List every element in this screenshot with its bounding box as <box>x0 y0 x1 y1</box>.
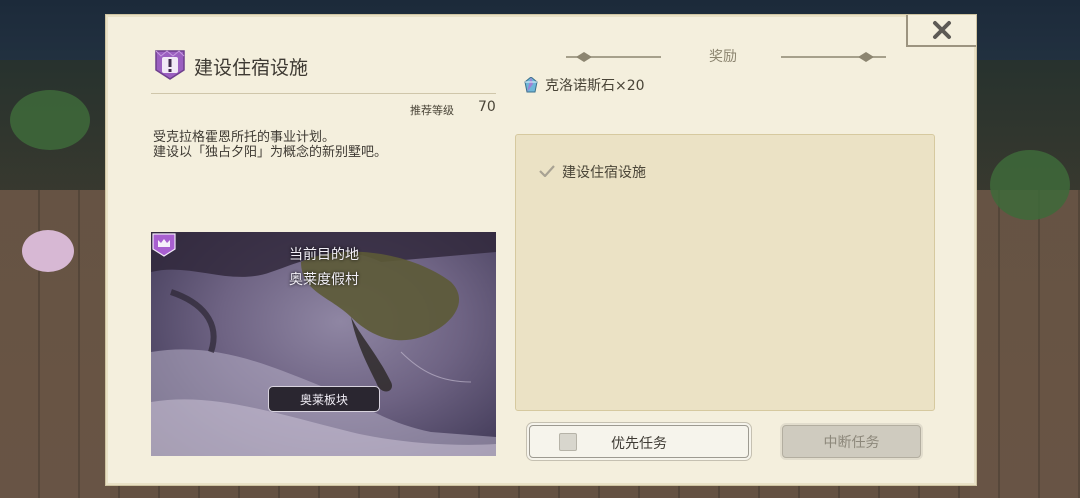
abort-quest-button[interactable]: 中断任务 <box>782 425 921 458</box>
background-creature <box>22 230 74 272</box>
reward-item: 克洛诺斯石×20 <box>524 75 645 95</box>
quest-exclamation-shield-icon <box>155 50 185 80</box>
recommended-level-label: 推荐等级 <box>410 104 454 117</box>
quest-description-line: 建设以「独占夕阳」为概念的新别墅吧。 <box>153 145 388 160</box>
chronos-stone-icon <box>524 77 538 93</box>
background-plant <box>990 150 1070 220</box>
objective-list: 建设住宿设施 <box>515 134 935 411</box>
rewards-header: 奖励 <box>709 49 737 65</box>
current-destination-name: 奥莱度假村 <box>289 272 359 288</box>
priority-quest-label: 优先任务 <box>611 436 667 452</box>
recommended-level-value: 70 <box>478 99 496 115</box>
map-terrain <box>151 232 496 456</box>
title-divider <box>151 93 496 94</box>
crown-map-marker-icon <box>152 233 176 257</box>
current-destination-label: 当前目的地 <box>289 247 359 263</box>
objective-item: 建设住宿设施 <box>562 165 646 181</box>
quest-description-line: 受克拉格霍恩所托的事业计划。 <box>153 130 336 145</box>
quest-description: 受克拉格霍恩所托的事业计划。 建设以「独占夕阳」为概念的新别墅吧。 <box>153 130 387 160</box>
map-region-label: 奥莱板块 <box>268 386 380 412</box>
close-button[interactable] <box>906 15 976 47</box>
close-x-icon <box>933 21 951 39</box>
priority-quest-button[interactable]: 优先任务 <box>529 425 749 458</box>
checkmark-icon <box>539 165 555 177</box>
background-plant <box>10 90 90 150</box>
reward-item-text: 克洛诺斯石×20 <box>545 78 645 94</box>
quest-detail-panel: 建设住宿设施 推荐等级 70 受克拉格霍恩所托的事业计划。 建设以「独占夕阳」为… <box>105 14 977 486</box>
destination-map[interactable]: 当前目的地 奥莱度假村 奥莱板块 <box>151 232 496 456</box>
quest-title: 建设住宿设施 <box>194 57 309 79</box>
